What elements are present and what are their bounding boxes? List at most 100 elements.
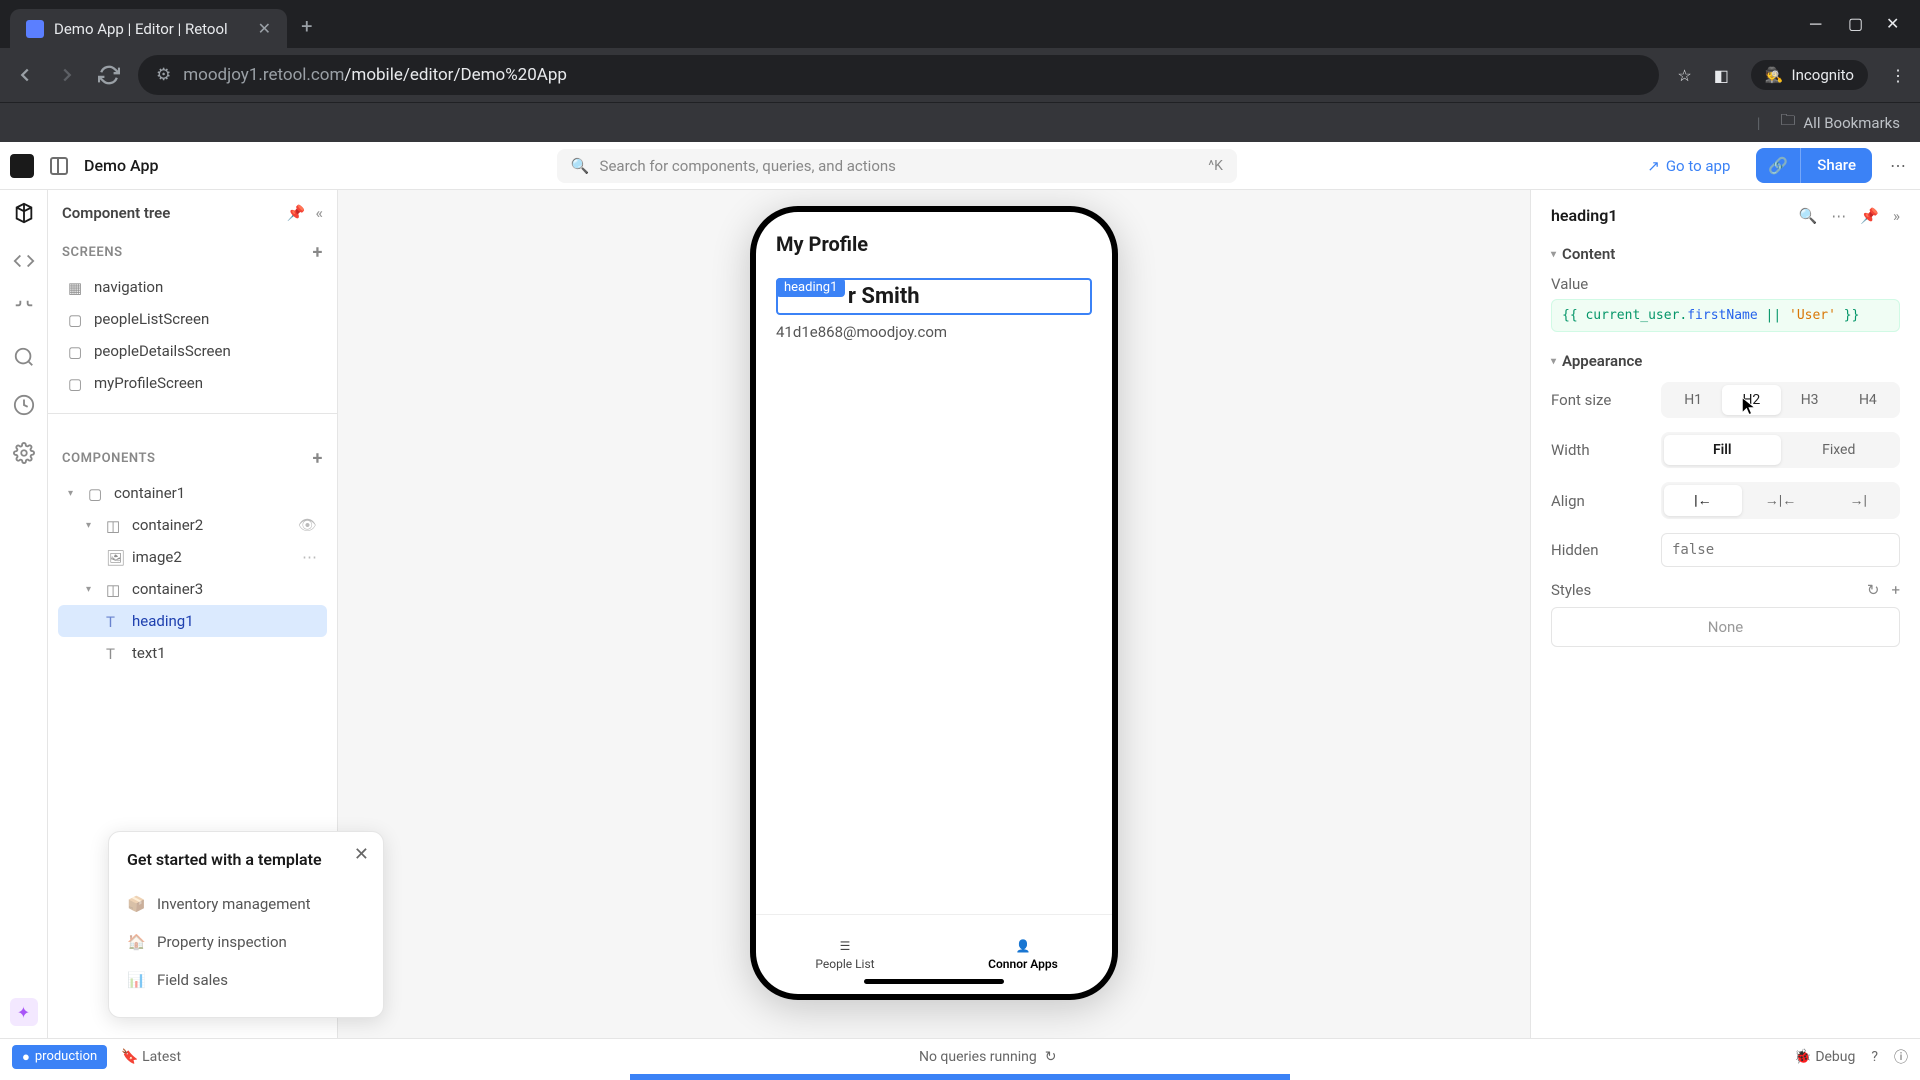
env-label: production xyxy=(35,1049,97,1064)
template-field-sales[interactable]: 📊Field sales xyxy=(127,961,365,999)
pin-icon[interactable]: 📌 xyxy=(287,204,306,222)
info-icon[interactable]: ⓘ xyxy=(1894,1047,1908,1067)
width-label: Width xyxy=(1551,441,1661,459)
screen-icon: ▢ xyxy=(68,375,84,391)
tree-text1[interactable]: Ttext1 xyxy=(58,637,327,669)
screens-label: SCREENS xyxy=(62,245,123,260)
goto-app-button[interactable]: ↗ Go to app xyxy=(1635,151,1742,181)
reload-icon[interactable] xyxy=(98,64,120,86)
add-screen-button[interactable]: + xyxy=(313,242,324,263)
site-settings-icon[interactable]: ⚙ xyxy=(156,65,171,85)
inspector-expand-icon[interactable]: » xyxy=(1893,207,1900,225)
debug-button[interactable]: 🐞 Debug xyxy=(1794,1049,1855,1065)
retool-logo-icon[interactable] xyxy=(10,154,34,178)
font-h4-button[interactable]: H4 xyxy=(1839,385,1897,415)
settings-rail-icon[interactable] xyxy=(13,442,35,464)
email-text[interactable]: 41d1e868@moodjoy.com xyxy=(776,323,1092,341)
tree-item-label: container3 xyxy=(132,580,203,598)
new-tab-button[interactable]: + xyxy=(287,4,326,48)
window-maximize[interactable]: ▢ xyxy=(1848,14,1862,28)
align-segmented: |← →|← →| xyxy=(1661,482,1900,519)
heading1-component[interactable]: heading1 Connor Smith xyxy=(776,278,1092,315)
chevron-down-icon[interactable]: ▾ xyxy=(68,488,78,499)
hidden-icon[interactable]: 👁 xyxy=(298,516,317,534)
search-input[interactable]: 🔍 Search for components, queries, and ac… xyxy=(557,149,1237,183)
styles-label: Styles xyxy=(1551,581,1661,599)
inventory-icon: 📦 xyxy=(127,895,145,913)
search-rail-icon[interactable] xyxy=(13,346,35,368)
width-fill-button[interactable]: Fill xyxy=(1664,435,1781,465)
bottom-progress-bar xyxy=(630,1074,1290,1080)
address-bar[interactable]: ⚙ moodjoy1.retool.com/mobile/editor/Demo… xyxy=(138,55,1659,95)
code-rail-icon[interactable] xyxy=(13,250,35,272)
width-fixed-button[interactable]: Fixed xyxy=(1781,435,1898,465)
tree-container1[interactable]: ▾▢container1 xyxy=(58,477,327,509)
screen-people-details[interactable]: ▢peopleDetailsScreen xyxy=(58,335,327,367)
browser-tab[interactable]: Demo App | Editor | Retool ✕ xyxy=(10,9,287,48)
font-h1-button[interactable]: H1 xyxy=(1664,385,1722,415)
panel-toggle-icon[interactable]: ◧ xyxy=(1714,66,1729,85)
components-rail-icon[interactable] xyxy=(13,202,35,224)
tree-container3[interactable]: ▾◫container3 xyxy=(58,573,327,605)
template-property[interactable]: 🏠 Property inspection xyxy=(127,923,365,961)
app-more-icon[interactable]: ⋯ xyxy=(1886,154,1910,178)
inspector-search-icon[interactable]: 🔍 xyxy=(1799,207,1818,225)
reset-styles-icon[interactable]: ↻ xyxy=(1867,581,1880,599)
history-rail-icon[interactable] xyxy=(13,394,35,416)
property-icon: 🏠 xyxy=(127,933,145,951)
collapse-icon[interactable]: « xyxy=(316,204,323,222)
align-center-button[interactable]: →|← xyxy=(1742,485,1820,516)
inspector-title: heading1 xyxy=(1551,206,1617,225)
url-host: moodjoy1.retool.com xyxy=(183,65,344,85)
list-icon: ☰ xyxy=(840,939,851,953)
share-link-button[interactable]: 🔗 xyxy=(1756,148,1800,183)
value-input[interactable]: {{ current_user.firstName || 'User' }} xyxy=(1551,299,1900,332)
chevron-down-icon[interactable]: ▾ xyxy=(86,584,96,595)
font-h3-button[interactable]: H3 xyxy=(1781,385,1839,415)
forward-icon[interactable] xyxy=(56,64,78,86)
browser-menu-icon[interactable]: ⋮ xyxy=(1890,66,1906,85)
share-button[interactable]: Share xyxy=(1800,148,1872,183)
bookmark-star-icon[interactable]: ☆ xyxy=(1677,66,1691,85)
component-tag: heading1 xyxy=(776,278,845,297)
content-section[interactable]: Content xyxy=(1551,245,1900,263)
window-close[interactable]: ✕ xyxy=(1886,14,1900,28)
font-h2-button[interactable]: H2 xyxy=(1722,385,1780,415)
help-icon[interactable]: ? xyxy=(1871,1049,1878,1065)
folder-icon: 🗀 xyxy=(1780,110,1795,135)
screen-people-list[interactable]: ▢peopleListScreen xyxy=(58,303,327,335)
screen-icon: ▢ xyxy=(68,343,84,359)
incognito-badge[interactable]: 🕵 Incognito xyxy=(1751,60,1868,90)
close-icon[interactable]: ✕ xyxy=(354,844,369,865)
tree-image2[interactable]: 🖼image2⋯ xyxy=(58,541,327,573)
screen-navigation[interactable]: ▦navigation xyxy=(58,271,327,303)
toggle-panel-icon[interactable] xyxy=(50,157,68,175)
tree-container2[interactable]: ▾◫container2👁 xyxy=(58,509,327,541)
chevron-down-icon[interactable]: ▾ xyxy=(86,520,96,531)
align-left-button[interactable]: |← xyxy=(1664,485,1742,516)
inspector-pin-icon[interactable]: 📌 xyxy=(1860,207,1879,225)
add-style-icon[interactable]: + xyxy=(1891,581,1900,599)
appearance-section[interactable]: Appearance xyxy=(1551,352,1900,370)
tree-heading1[interactable]: Theading1 xyxy=(58,605,327,637)
inspector-more-icon[interactable]: ⋯ xyxy=(1831,207,1846,225)
state-rail-icon[interactable] xyxy=(13,298,35,320)
window-minimize[interactable]: ─ xyxy=(1810,14,1824,28)
environment-badge[interactable]: ● production xyxy=(12,1045,107,1069)
refresh-queries-icon[interactable]: ↻ xyxy=(1045,1049,1057,1065)
all-bookmarks-button[interactable]: 🗀 All Bookmarks xyxy=(1780,110,1900,135)
item-more[interactable]: ⋯ xyxy=(302,548,317,566)
version-latest[interactable]: 🔖 Latest xyxy=(121,1049,181,1065)
hidden-label: Hidden xyxy=(1551,541,1661,559)
back-icon[interactable] xyxy=(14,64,36,86)
search-placeholder: Search for components, queries, and acti… xyxy=(600,157,896,175)
align-right-button[interactable]: →| xyxy=(1819,485,1897,516)
tab-close-icon[interactable]: ✕ xyxy=(258,19,271,38)
hidden-input[interactable] xyxy=(1661,533,1900,567)
template-inventory[interactable]: 📦Inventory management xyxy=(127,885,365,923)
screen-my-profile[interactable]: ▢myProfileScreen xyxy=(58,367,327,399)
ai-sparkle-icon[interactable]: ✦ xyxy=(10,998,38,1026)
add-component-button[interactable]: + xyxy=(313,448,324,469)
editor-canvas[interactable]: My Profile heading1 Connor Smith 41d1e86… xyxy=(338,190,1530,1038)
template-item-label: Property inspection xyxy=(157,933,287,951)
